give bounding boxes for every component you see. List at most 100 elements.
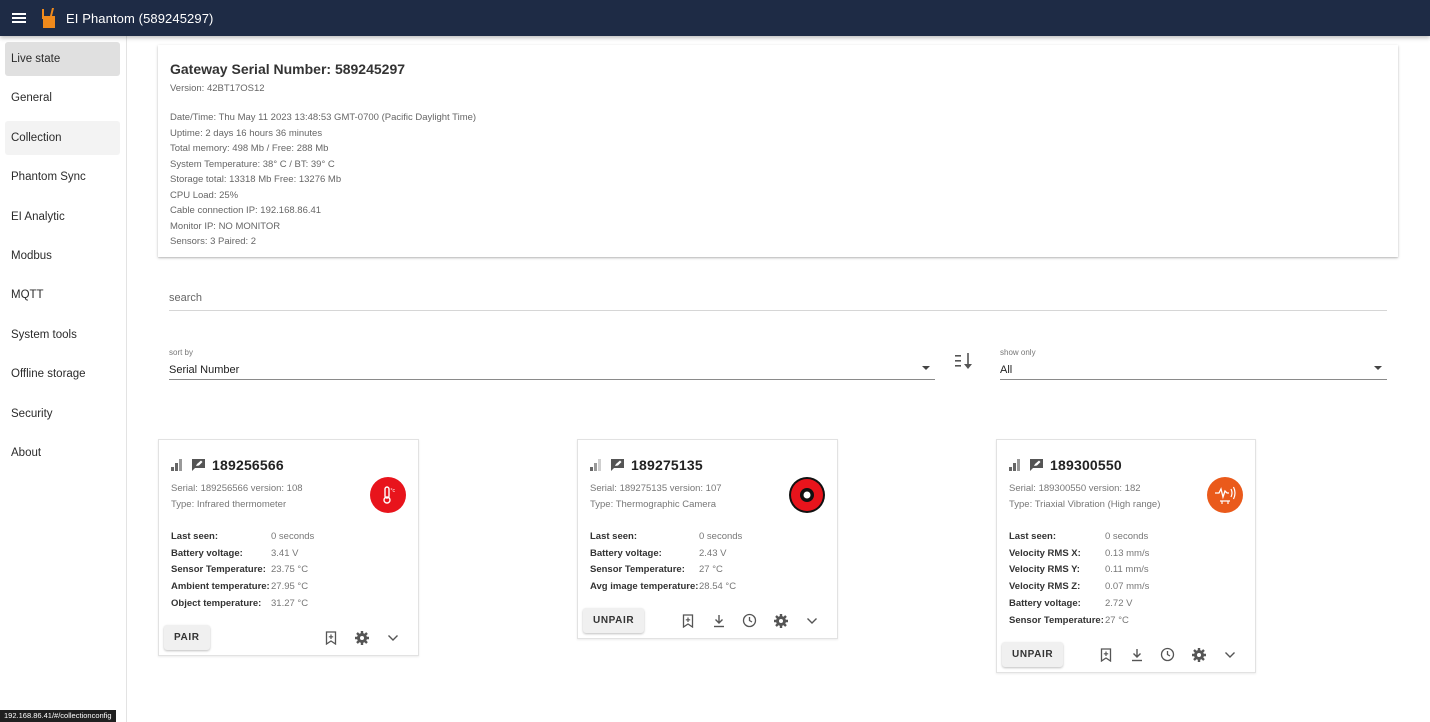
sort-direction-button[interactable]	[952, 350, 976, 372]
menu-button[interactable]	[0, 0, 38, 36]
expand-chevron-icon[interactable]	[377, 628, 408, 648]
signal-strength-icon	[1009, 459, 1023, 471]
search-field	[169, 286, 1387, 311]
stat-label: Last seen:	[590, 531, 637, 542]
app-bar: EI Phantom (589245297)	[0, 0, 1430, 36]
expand-chevron-icon[interactable]	[1214, 645, 1245, 665]
stat-value: 28.54 °C	[699, 581, 737, 593]
stat-label: Velocity RMS X:	[1009, 547, 1081, 559]
sidebar-item-mqtt[interactable]: MQTT	[5, 278, 120, 312]
history-clock-icon[interactable]	[1152, 645, 1183, 665]
search-input[interactable]	[169, 286, 1387, 310]
sort-by-value: Serial Number	[169, 364, 240, 376]
gateway-sensors-count: Sensors: 3 Paired: 2	[170, 236, 257, 247]
sensor-serial: 189256566	[212, 457, 284, 473]
sidebar-item-modbus[interactable]: Modbus	[5, 239, 120, 273]
sensor-serial: 189275135	[631, 457, 703, 473]
settings-gear-icon[interactable]	[1183, 645, 1214, 665]
sidebar-item-system-tools[interactable]: System tools	[5, 318, 120, 352]
gateway-version: Version: 42BT17OS12	[170, 83, 265, 94]
sidebar-item-security[interactable]: Security	[5, 397, 120, 431]
stat-label: Sensor Temperature:	[1009, 614, 1104, 626]
gateway-info-card: Gateway Serial Number: 589245297 Version…	[158, 45, 1398, 257]
gateway-monitor-ip: Monitor IP: NO MONITOR	[170, 220, 281, 232]
sidebar: Live state General Collection Phantom Sy…	[0, 36, 127, 722]
unpair-button[interactable]: UNPAIR	[1002, 642, 1064, 667]
stat-label: Sensor Temperature:	[171, 564, 266, 576]
sidebar-item-live-state[interactable]: Live state	[5, 42, 120, 76]
sidebar-item-about[interactable]: About	[5, 436, 120, 470]
stat-value: 0.11 mm/s	[1105, 564, 1149, 576]
stat-label: Last seen:	[1009, 531, 1056, 542]
message-icon	[1029, 458, 1044, 472]
signal-strength-icon	[171, 459, 185, 471]
sidebar-item-offline-storage[interactable]: Offline storage	[5, 357, 120, 391]
menu-icon	[12, 13, 26, 23]
stat-value: 2.43 V	[699, 547, 727, 559]
dropdown-arrow-icon	[922, 366, 930, 370]
stat-value: 27.95 °C	[271, 581, 309, 593]
stat-value: 31.27 °C	[271, 597, 309, 609]
show-only-value: All	[1000, 364, 1013, 376]
thermometer-icon: °c	[370, 477, 406, 513]
stat-label: Object temperature:	[171, 597, 262, 609]
show-only-select[interactable]: show only All	[1000, 348, 1387, 380]
gateway-datetime: Date/Time: Thu May 11 2023 13:48:53 GMT-…	[170, 112, 477, 123]
stat-value: 27 °C	[699, 564, 723, 576]
svg-text:°c: °c	[391, 488, 396, 494]
gateway-title: Gateway Serial Number: 589245297	[170, 61, 406, 77]
gateway-memory: Total memory: 498 Mb / Free: 288 Mb	[170, 143, 329, 154]
dropdown-arrow-icon	[1374, 366, 1382, 370]
vibration-icon	[1207, 477, 1243, 513]
settings-gear-icon[interactable]	[765, 611, 796, 631]
link-status-bar: 192.168.86.41/#/collectionconfig	[0, 710, 116, 722]
stat-value: 3.41 V	[271, 547, 299, 559]
sidebar-item-phantom-sync[interactable]: Phantom Sync	[5, 160, 120, 194]
message-icon	[610, 458, 625, 472]
stat-label: Last seen:	[171, 531, 218, 542]
stat-value: 2.72 V	[1105, 597, 1133, 609]
stat-value: 0.13 mm/s	[1105, 547, 1150, 559]
thermal-camera-icon	[789, 477, 825, 513]
signal-strength-icon	[590, 459, 604, 471]
sidebar-item-collection[interactable]: Collection	[5, 120, 120, 155]
stat-label: Velocity RMS Y:	[1009, 564, 1080, 576]
sensor-serial: 189300550	[1050, 457, 1122, 473]
pair-button[interactable]: PAIR	[164, 625, 210, 650]
gateway-cable-ip: Cable connection IP: 192.168.86.41	[170, 205, 322, 216]
unpair-button[interactable]: UNPAIR	[583, 608, 645, 633]
app-title: EI Phantom (589245297)	[66, 10, 214, 26]
sensor-card: 189275135 Serial: 189275135 version: 107…	[577, 439, 838, 639]
sensor-card: 189300550 Serial: 189300550 version: 182…	[996, 439, 1256, 673]
expand-chevron-icon[interactable]	[796, 611, 827, 631]
stat-label: Battery voltage:	[1009, 597, 1081, 609]
stat-label: Avg image temperature:	[590, 581, 699, 593]
sensor-card: 189256566 Serial: 189256566 version: 108…	[158, 439, 419, 656]
stat-value: 0 seconds	[1105, 531, 1149, 542]
sort-by-select[interactable]: sort by Serial Number	[169, 348, 935, 380]
stat-value: 23.75 °C	[271, 564, 309, 576]
app-logo	[40, 6, 58, 30]
bookmark-icon[interactable]	[672, 611, 703, 631]
gateway-cpu-load: CPU Load: 25%	[170, 189, 239, 201]
gateway-storage: Storage total: 13318 Mb Free: 13276 Mb	[170, 174, 342, 185]
download-icon[interactable]	[703, 611, 734, 631]
sort-by-label: sort by	[169, 348, 194, 357]
gateway-system-temperature: System Temperature: 38° C / BT: 39° C	[170, 158, 335, 170]
sidebar-item-general[interactable]: General	[5, 81, 120, 115]
stat-label: Battery voltage:	[171, 547, 243, 559]
stat-label: Velocity RMS Z:	[1009, 581, 1081, 593]
bookmark-icon[interactable]	[1090, 645, 1121, 665]
stat-label: Ambient temperature:	[171, 581, 270, 593]
settings-gear-icon[interactable]	[346, 628, 377, 648]
bookmark-icon[interactable]	[315, 628, 346, 648]
sort-direction-icon	[955, 353, 972, 369]
stat-label: Battery voltage:	[590, 547, 662, 559]
stat-value: 27 °C	[1105, 614, 1129, 626]
download-icon[interactable]	[1121, 645, 1152, 665]
message-icon	[191, 458, 206, 472]
stat-value: 0 seconds	[699, 531, 743, 542]
sidebar-item-ei-analytic[interactable]: EI Analytic	[5, 200, 120, 234]
gateway-uptime: Uptime: 2 days 16 hours 36 minutes	[170, 127, 323, 139]
history-clock-icon[interactable]	[734, 611, 765, 631]
